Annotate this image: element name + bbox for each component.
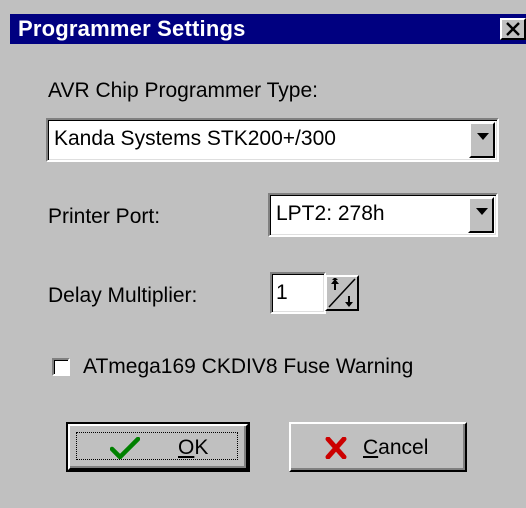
close-button[interactable] <box>500 18 526 40</box>
window-title: Programmer Settings <box>18 16 246 41</box>
programmer-type-combobox[interactable]: Kanda Systems STK200+/300 <box>46 118 499 162</box>
delay-multiplier-input[interactable]: 1 <box>270 272 326 314</box>
checkmark-icon <box>110 437 140 459</box>
ok-button-label: OK <box>178 436 209 459</box>
printer-port-value: LPT2: 278h <box>276 202 385 225</box>
ok-button[interactable]: OK <box>66 422 250 472</box>
chevron-down-icon <box>477 133 489 140</box>
cancel-button[interactable]: Cancel <box>289 422 467 472</box>
printer-port-dropdown-button[interactable] <box>468 197 494 233</box>
spinner-arrows-icon <box>328 278 356 308</box>
programmer-type-value: Kanda Systems STK200+/300 <box>54 127 336 150</box>
delay-multiplier-value: 1 <box>276 281 288 304</box>
cancel-button-label: Cancel <box>363 436 429 459</box>
fuse-warning-label: ATmega169 CKDIV8 Fuse Warning <box>83 355 414 378</box>
title-bar[interactable]: Programmer Settings <box>10 14 526 44</box>
close-icon <box>506 22 520 36</box>
chevron-down-icon <box>476 208 488 215</box>
printer-port-combobox[interactable]: LPT2: 278h <box>268 193 498 237</box>
programmer-type-dropdown-button[interactable] <box>469 122 495 158</box>
delay-multiplier-label: Delay Multiplier: <box>48 284 198 307</box>
programmer-settings-dialog: Programmer Settings AVR Chip Programmer … <box>0 0 526 508</box>
programmer-type-label: AVR Chip Programmer Type: <box>48 79 318 102</box>
red-x-icon <box>325 437 347 459</box>
printer-port-label: Printer Port: <box>48 205 161 228</box>
fuse-warning-checkbox[interactable] <box>52 358 70 376</box>
focus-rectangle <box>76 432 238 460</box>
delay-multiplier-spinner[interactable] <box>325 275 359 311</box>
